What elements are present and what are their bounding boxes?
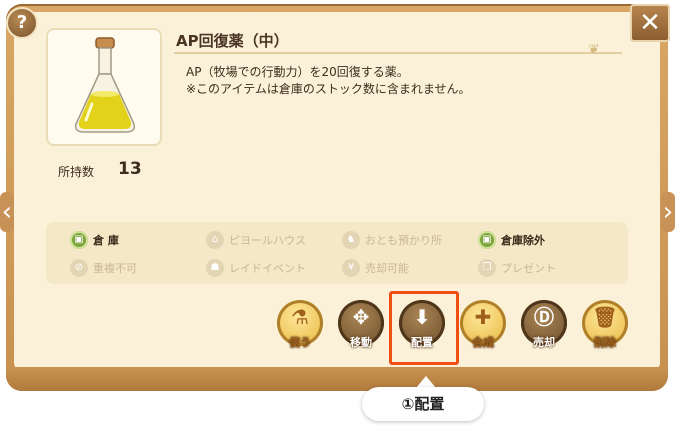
combine-button[interactable]: ✚ 合成 — [460, 300, 506, 349]
trash-icon: 🗑 — [592, 305, 618, 329]
flask-icon: ⚗ — [291, 305, 309, 329]
raid-icon: ☗ — [206, 259, 224, 277]
count-value: 13 — [118, 159, 142, 179]
place-button-highlight — [389, 291, 459, 365]
title-divider — [174, 52, 622, 54]
combine-icon: ✚ — [474, 305, 492, 329]
delete-button[interactable]: 🗑 削除 — [582, 300, 628, 349]
count-label: 所持数 — [58, 165, 95, 179]
callout-label: ①配置 — [362, 387, 484, 421]
no-duplicate-icon: ⊘ — [70, 259, 88, 277]
prev-item-button[interactable]: ‹ — [0, 192, 14, 232]
leaf-icon: ❦ — [588, 42, 600, 58]
chevron-left-icon: ‹ — [1, 197, 13, 227]
chevron-right-icon: › — [662, 197, 674, 227]
attr-otomo-keeper: ♞ おとも預かり所 — [342, 231, 442, 249]
use-button[interactable]: ⚗ 使う — [277, 300, 323, 349]
description-line-2: ※このアイテムは倉庫のストック数に含まれません。 — [186, 82, 471, 96]
item-name: AP回復薬（中） — [176, 32, 289, 50]
gift-icon: ❒ — [478, 259, 496, 277]
attr-no-duplicate: ⊘ 重複不可 — [70, 259, 137, 277]
item-description: AP（牧場での行動力）を20回復する薬。 ※このアイテムは倉庫のストック数に含ま… — [186, 64, 471, 98]
help-icon: ? — [16, 12, 28, 33]
move-arrows-icon: ✥ — [352, 305, 370, 329]
sell-icon: ¥ — [342, 259, 360, 277]
item-image-box — [46, 28, 162, 146]
coin-icon: Ⓓ — [534, 305, 554, 329]
potion-flask-icon — [74, 37, 136, 133]
help-button[interactable]: ? — [6, 7, 38, 39]
storage-icon: ▣ — [70, 231, 88, 249]
attr-storage-excluded: ▣ 倉庫除外 — [478, 231, 545, 249]
sell-button[interactable]: Ⓓ 売却 — [521, 300, 567, 349]
close-icon: ✕ — [639, 8, 661, 38]
description-line-1: AP（牧場での行動力）を20回復する薬。 — [186, 65, 409, 79]
close-button[interactable]: ✕ — [630, 4, 670, 42]
attr-piyol-house: ⌂ ピヨールハウス — [206, 231, 306, 249]
attr-present: ❒ プレゼント — [478, 259, 556, 277]
storage-excluded-icon: ▣ — [478, 231, 496, 249]
attr-raid-event: ☗ レイドイベント — [206, 259, 306, 277]
move-button[interactable]: ✥ 移動 — [338, 300, 384, 349]
next-item-button[interactable]: › — [661, 192, 675, 232]
house-icon: ⌂ — [206, 231, 224, 249]
attr-storage: ▣ 倉 庫 — [70, 231, 119, 249]
attr-sellable: ¥ 売却可能 — [342, 259, 409, 277]
bottom-rail — [6, 367, 668, 391]
companion-icon: ♞ — [342, 231, 360, 249]
